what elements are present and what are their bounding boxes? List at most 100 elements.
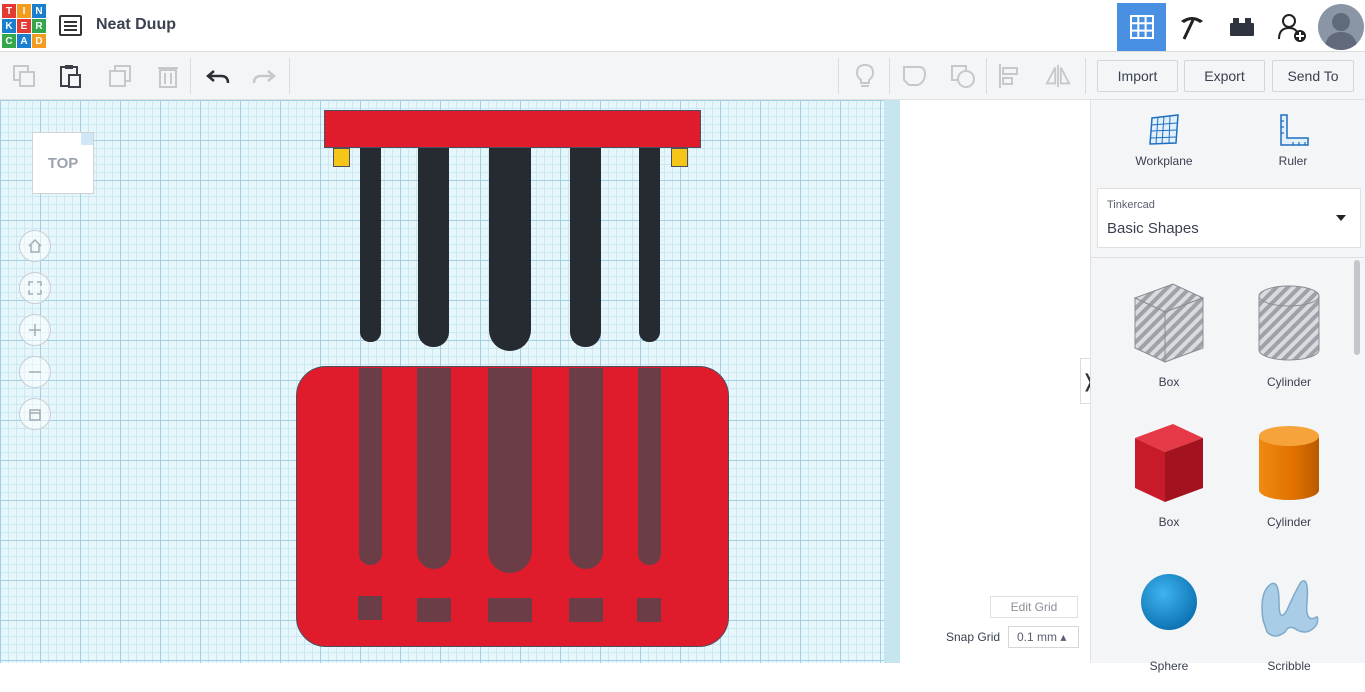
delete-button[interactable] — [154, 62, 182, 90]
copy-button[interactable] — [10, 62, 38, 90]
yellow-right-stub-shape[interactable] — [671, 148, 688, 167]
box-solid-icon — [1135, 424, 1203, 502]
mirror-button[interactable] — [1044, 62, 1072, 90]
caret-down-icon — [1336, 215, 1346, 221]
shape-box-hole[interactable]: Box — [1109, 278, 1229, 408]
zoom-out-icon — [29, 371, 41, 373]
slot-hole-shape[interactable] — [417, 368, 451, 569]
send-to-button[interactable]: Send To — [1272, 60, 1354, 92]
workplane-label: Workplane — [1135, 154, 1193, 168]
logo-letter: D — [32, 34, 46, 48]
logo-letter: N — [32, 4, 46, 18]
3d-viewport[interactable]: TOP ❭ Edit Grid Snap Grid 0.1 mm ▴ — [0, 100, 1090, 663]
design-list-icon[interactable] — [59, 15, 82, 36]
edit-grid-button[interactable]: Edit Grid — [990, 596, 1078, 618]
redo-button[interactable] — [250, 62, 278, 90]
duplicate-button[interactable] — [106, 62, 134, 90]
zoom-in-button[interactable] — [19, 314, 51, 346]
align-button[interactable] — [996, 62, 1024, 90]
workplane-tool-button[interactable]: Workplane — [1104, 112, 1224, 174]
slot-hole-shape[interactable] — [488, 368, 532, 573]
view-cube-corner[interactable] — [81, 133, 93, 145]
user-avatar[interactable] — [1318, 4, 1364, 50]
shape-label: Sphere — [1149, 659, 1189, 673]
square-hole-shape[interactable] — [488, 598, 532, 622]
home-view-icon — [28, 238, 42, 253]
square-hole-shape[interactable] — [569, 598, 603, 622]
slot-hole-shape[interactable] — [638, 368, 661, 565]
red-top-bar-shape[interactable] — [324, 110, 701, 148]
ungroup-icon — [951, 65, 975, 88]
fit-view-button[interactable] — [19, 272, 51, 304]
fit-view-icon — [28, 281, 42, 295]
dark-pin-shape[interactable] — [360, 148, 381, 342]
mirror-icon — [1045, 64, 1071, 88]
3d-design-button[interactable] — [1117, 3, 1166, 51]
shape-cylinder-solid[interactable]: Cylinder — [1229, 418, 1349, 548]
dark-pin-shape[interactable] — [489, 148, 531, 351]
home-view-button[interactable] — [19, 230, 51, 262]
edit-toolbar: Import Export Send To — [0, 52, 1365, 100]
avatar-silhouette-icon — [1324, 13, 1358, 50]
top-bar: T I N K E R C A D Neat Duup — [0, 0, 1365, 52]
shape-cylinder-hole[interactable]: Cylinder — [1229, 278, 1349, 408]
lego-bricks-button[interactable] — [1217, 3, 1266, 51]
slot-hole-shape[interactable] — [359, 368, 382, 565]
slot-hole-shape[interactable] — [569, 368, 603, 569]
project-title[interactable]: Neat Duup — [96, 16, 176, 34]
undo-icon — [206, 70, 230, 84]
box-hole-icon — [1133, 283, 1205, 363]
export-button[interactable]: Export — [1184, 60, 1265, 92]
square-hole-shape[interactable] — [358, 596, 382, 620]
cylinder-hole-icon — [1258, 285, 1320, 361]
workplane-icon — [1149, 114, 1179, 145]
yellow-left-stub-shape[interactable] — [333, 148, 350, 167]
group-icon — [903, 66, 927, 86]
snap-grid-label: Snap Grid — [946, 630, 1001, 644]
paste-button[interactable] — [56, 62, 84, 90]
dark-pin-shape[interactable] — [418, 148, 449, 347]
logo-letter: I — [17, 4, 31, 18]
logo-letter: C — [2, 34, 16, 48]
shape-label: Cylinder — [1266, 515, 1311, 529]
shape-label: Box — [1158, 515, 1180, 529]
copy-icon — [13, 65, 35, 87]
shape-box-solid[interactable]: Box — [1109, 418, 1229, 548]
zoom-out-button[interactable] — [19, 356, 51, 388]
shape-sphere[interactable]: Sphere — [1109, 562, 1229, 692]
dark-pin-shape[interactable] — [639, 148, 660, 342]
panel-scrollbar[interactable] — [1354, 260, 1360, 355]
ungroup-button[interactable] — [949, 62, 977, 90]
logo-letter: K — [2, 19, 16, 33]
tinkercad-logo[interactable]: T I N K E R C A D — [2, 4, 46, 48]
group-button[interactable] — [901, 62, 929, 90]
zoom-in-icon — [29, 324, 41, 336]
logo-letter: T — [2, 4, 16, 18]
import-button[interactable]: Import — [1097, 60, 1178, 92]
show-notes-button[interactable] — [851, 62, 879, 90]
ruler-icon — [1280, 114, 1309, 146]
library-name: Basic Shapes — [1107, 220, 1199, 237]
undo-button[interactable] — [204, 62, 232, 90]
square-hole-shape[interactable] — [637, 598, 661, 622]
view-cube-label: TOP — [47, 154, 79, 172]
dark-pin-shape[interactable] — [570, 148, 601, 347]
invite-user-button[interactable] — [1267, 3, 1316, 51]
shape-label: Cylinder — [1266, 375, 1311, 389]
add-user-icon — [1277, 14, 1306, 42]
snap-grid-select[interactable]: 0.1 mm ▴ — [1008, 626, 1079, 648]
perspective-icon — [29, 409, 41, 421]
ruler-tool-button[interactable]: Ruler — [1233, 112, 1353, 174]
view-cube[interactable]: TOP — [32, 132, 94, 194]
shape-scribble[interactable]: Scribble — [1229, 562, 1349, 692]
ruler-label: Ruler — [1278, 154, 1308, 168]
3d-design-grid-icon — [1129, 15, 1154, 39]
square-hole-shape[interactable] — [417, 598, 451, 622]
codeblocks-button[interactable] — [1167, 3, 1216, 51]
duplicate-icon — [109, 65, 131, 87]
collapse-panel-button[interactable]: ❭ — [1080, 358, 1090, 404]
perspective-toggle-button[interactable] — [19, 398, 51, 430]
shape-library-dropdown[interactable]: Tinkercad Basic Shapes — [1097, 188, 1361, 248]
shape-label: Scribble — [1267, 659, 1311, 673]
paste-icon — [60, 65, 81, 88]
